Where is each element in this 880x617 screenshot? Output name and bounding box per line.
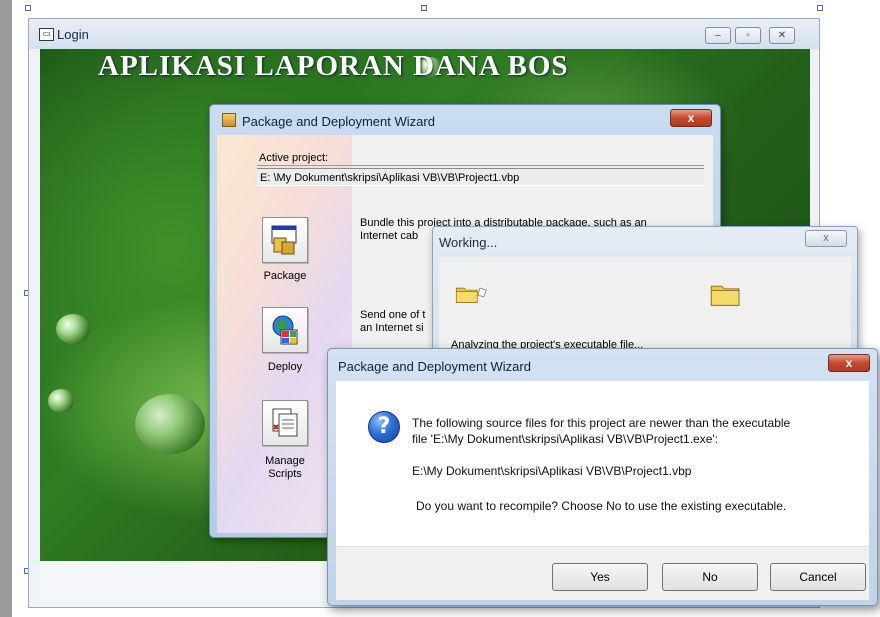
- package-button[interactable]: [262, 217, 308, 263]
- deploy-label: Deploy: [267, 361, 303, 373]
- active-project-field[interactable]: E: \My Dokument\skripsi\Aplikasi VB\VB\P…: [257, 168, 704, 186]
- form-icon: ▭: [39, 28, 54, 41]
- manage-scripts-button[interactable]: [262, 400, 308, 446]
- minimize-button[interactable]: –: [705, 27, 731, 44]
- separator-line: [257, 165, 704, 166]
- dialog-file-path: E:\My Dokument\skripsi\Aplikasi VB\VB\Pr…: [412, 464, 692, 478]
- wizard-close-button[interactable]: x: [670, 109, 712, 127]
- login-title-bar[interactable]: ▭ Login – ▫ ✕: [29, 19, 819, 49]
- dialog-message-line2: file 'E:\My Dokument\skripsi\Aplikasi VB…: [412, 432, 719, 446]
- dialog-message-line1: The following source files for this proj…: [412, 416, 791, 430]
- maximize-button[interactable]: ▫: [735, 27, 761, 44]
- login-window-title: Login: [57, 27, 89, 42]
- manage-scripts-label-line2: Scripts: [268, 468, 302, 480]
- package-description-line2: Internet cab: [360, 230, 419, 242]
- app-title: APLIKASI LAPORAN DANA BOS: [98, 50, 569, 82]
- cancel-button[interactable]: Cancel: [770, 563, 866, 591]
- recompile-dialog: Package and Deployment Wizard x ? The fo…: [327, 348, 878, 606]
- dialog-close-button[interactable]: x: [828, 354, 870, 372]
- package-icon: [271, 225, 297, 255]
- working-close-button[interactable]: x: [805, 230, 847, 247]
- water-drop: [48, 389, 74, 413]
- yes-button[interactable]: Yes: [552, 563, 648, 591]
- deploy-icon: [272, 315, 298, 345]
- working-title: Working...: [439, 235, 498, 250]
- water-drop: [56, 314, 90, 344]
- deploy-button[interactable]: [262, 307, 308, 353]
- folder-icon: [455, 287, 487, 303]
- wizard-title: Package and Deployment Wizard: [242, 114, 435, 129]
- resize-handle-top-center[interactable]: [421, 5, 427, 11]
- wizard-icon: [222, 113, 236, 127]
- active-project-label: Active project:: [259, 152, 329, 164]
- manage-scripts-icon: [272, 408, 298, 437]
- water-drop: [135, 394, 205, 454]
- designer-left-margin: [0, 0, 12, 617]
- dialog-content: ? The following source files for this pr…: [336, 381, 869, 600]
- no-button[interactable]: No: [662, 563, 758, 591]
- manage-scripts-label-line1: Manage: [265, 455, 305, 467]
- resize-handle-top-left[interactable]: [25, 5, 31, 11]
- deploy-description-line1: Send one of t: [360, 309, 426, 321]
- dialog-question: Do you want to recompile? Choose No to u…: [416, 499, 787, 513]
- folder-icon: [710, 285, 740, 306]
- deploy-description-line2: an Internet si: [360, 322, 424, 334]
- package-label: Package: [263, 270, 307, 282]
- close-button[interactable]: ✕: [769, 27, 795, 44]
- dialog-title: Package and Deployment Wizard: [338, 359, 531, 374]
- question-icon: ?: [368, 411, 400, 443]
- resize-handle-top-right[interactable]: [817, 5, 823, 11]
